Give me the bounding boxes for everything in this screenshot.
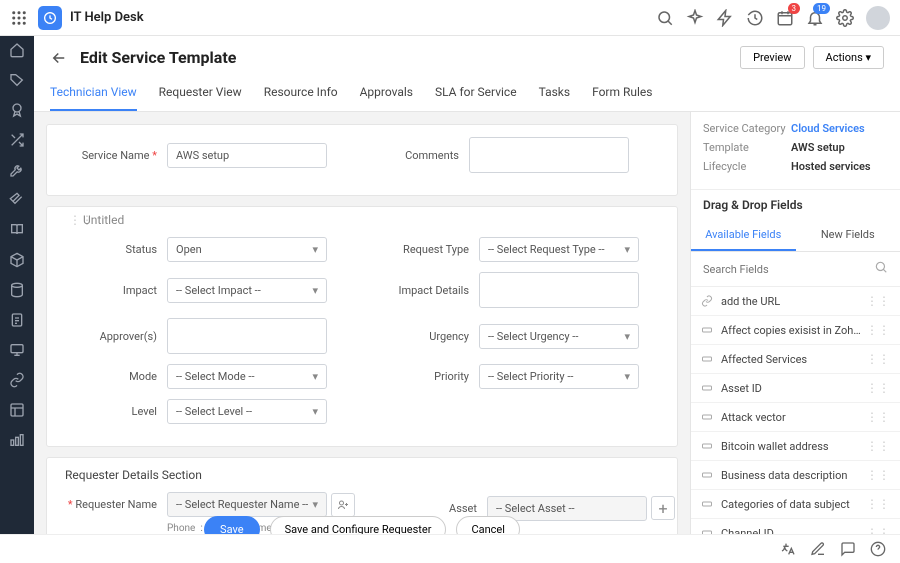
search-icon bbox=[874, 260, 888, 274]
app-title: IT Help Desk bbox=[70, 10, 144, 25]
drag-handle-icon[interactable]: ⋮⋮ bbox=[866, 468, 890, 482]
impact-select[interactable]: -- Select Impact --▾ bbox=[167, 278, 327, 303]
priority-select[interactable]: -- Select Priority --▾ bbox=[479, 364, 639, 389]
layout-icon[interactable] bbox=[9, 402, 25, 418]
meta-category[interactable]: Cloud Services bbox=[791, 122, 865, 135]
section-untitled-1: Untitled bbox=[83, 213, 124, 227]
drag-handle-icon[interactable]: ⋮⋮ bbox=[866, 323, 890, 337]
drag-drop-title: Drag & Drop Fields bbox=[691, 190, 900, 220]
preview-button[interactable]: Preview bbox=[740, 46, 804, 69]
drag-handle-icon[interactable]: ⋮⋮ bbox=[866, 352, 890, 366]
comments-input[interactable] bbox=[469, 137, 629, 173]
field-type-icon bbox=[701, 469, 713, 481]
tab-tasks[interactable]: Tasks bbox=[539, 79, 571, 111]
cube-icon[interactable] bbox=[9, 252, 25, 268]
calendar-icon[interactable]: 3 bbox=[776, 9, 794, 27]
field-item[interactable]: Categories of data subject⋮⋮ bbox=[691, 490, 900, 519]
drag-handle-icon[interactable]: ⋮⋮ bbox=[866, 410, 890, 424]
field-type-icon bbox=[701, 295, 713, 307]
app-logo bbox=[38, 6, 62, 30]
drag-handle-icon[interactable]: ⋮⋮ bbox=[866, 497, 890, 511]
field-type-icon bbox=[701, 498, 713, 510]
request-type-select[interactable]: -- Select Request Type --▾ bbox=[479, 237, 639, 262]
tab-sla-for-service[interactable]: SLA for Service bbox=[435, 79, 517, 111]
field-item[interactable]: Affect copies exisist in Zoho's linfr...… bbox=[691, 316, 900, 345]
tab-form-rules[interactable]: Form Rules bbox=[592, 79, 652, 111]
translate-icon[interactable] bbox=[780, 541, 796, 557]
meta-template: AWS setup bbox=[791, 141, 845, 154]
chat-icon[interactable] bbox=[840, 541, 856, 557]
field-type-icon bbox=[701, 440, 713, 452]
drag-handle-icon[interactable]: ⋮⋮ bbox=[866, 439, 890, 453]
bell-badge: 19 bbox=[813, 3, 830, 14]
tab-resource-info[interactable]: Resource Info bbox=[264, 79, 338, 111]
monitor-icon[interactable] bbox=[9, 342, 25, 358]
link-icon[interactable] bbox=[9, 372, 25, 388]
history-icon[interactable] bbox=[746, 9, 764, 27]
bell-icon[interactable]: 19 bbox=[806, 9, 824, 27]
search-icon[interactable] bbox=[656, 9, 674, 27]
status-select[interactable]: Open▾ bbox=[167, 237, 327, 262]
mode-select[interactable]: -- Select Mode --▾ bbox=[167, 364, 327, 389]
requester-section-title: Requester Details Section bbox=[65, 468, 659, 482]
impact-details-input[interactable] bbox=[479, 272, 639, 308]
avatar[interactable] bbox=[866, 6, 890, 30]
tab-requester-view[interactable]: Requester View bbox=[159, 79, 242, 111]
wrench-icon[interactable] bbox=[9, 162, 25, 178]
meta-lifecycle: Hosted services bbox=[791, 160, 871, 173]
field-type-icon bbox=[701, 411, 713, 423]
book-icon[interactable] bbox=[9, 222, 25, 238]
tab-technician-view[interactable]: Technician View bbox=[50, 79, 137, 111]
edit-icon[interactable] bbox=[810, 541, 826, 557]
help-icon[interactable] bbox=[870, 541, 886, 557]
zia-icon[interactable] bbox=[686, 9, 704, 27]
field-item[interactable]: Bitcoin wallet address⋮⋮ bbox=[691, 432, 900, 461]
shuffle-icon[interactable] bbox=[9, 132, 25, 148]
field-item[interactable]: Affected Services⋮⋮ bbox=[691, 345, 900, 374]
approvers-input[interactable] bbox=[167, 318, 327, 354]
search-fields-input[interactable] bbox=[701, 259, 890, 280]
apps-grid-icon[interactable] bbox=[10, 9, 28, 27]
page-title: Edit Service Template bbox=[80, 48, 236, 67]
calendar-badge: 3 bbox=[788, 3, 801, 14]
field-item[interactable]: add the URL⋮⋮ bbox=[691, 287, 900, 316]
field-item[interactable]: Attack vector⋮⋮ bbox=[691, 403, 900, 432]
tab-approvals[interactable]: Approvals bbox=[360, 79, 413, 111]
tab-available-fields[interactable]: Available Fields bbox=[691, 220, 796, 251]
side-nav bbox=[0, 36, 34, 563]
field-item[interactable]: Asset ID⋮⋮ bbox=[691, 374, 900, 403]
field-type-icon bbox=[701, 353, 713, 365]
drag-handle-icon[interactable]: ⋮⋮ bbox=[866, 294, 890, 308]
level-select[interactable]: -- Select Level --▾ bbox=[167, 399, 327, 424]
actions-button[interactable]: Actions ▾ bbox=[813, 46, 884, 69]
database-icon[interactable] bbox=[9, 282, 25, 298]
field-type-icon bbox=[701, 382, 713, 394]
rocket-icon[interactable] bbox=[9, 192, 25, 208]
home-icon[interactable] bbox=[9, 42, 25, 58]
service-name-label: Service Name * bbox=[65, 149, 157, 162]
tag-icon[interactable] bbox=[9, 72, 25, 88]
urgency-select[interactable]: -- Select Urgency --▾ bbox=[479, 324, 639, 349]
field-type-icon bbox=[701, 324, 713, 336]
tabs: Technician View Requester View Resource In… bbox=[50, 79, 884, 111]
drag-handle-icon[interactable]: ⋮⋮ bbox=[866, 381, 890, 395]
tab-new-fields[interactable]: New Fields bbox=[796, 220, 900, 251]
report-icon[interactable] bbox=[9, 312, 25, 328]
service-name-input[interactable] bbox=[167, 143, 327, 168]
comments-label: Comments bbox=[367, 149, 459, 162]
chart-icon[interactable] bbox=[9, 432, 25, 448]
back-icon[interactable] bbox=[50, 49, 68, 67]
bolt-icon[interactable] bbox=[716, 9, 734, 27]
gear-icon[interactable] bbox=[836, 9, 854, 27]
badge-icon[interactable] bbox=[9, 102, 25, 118]
field-item[interactable]: Business data description⋮⋮ bbox=[691, 461, 900, 490]
